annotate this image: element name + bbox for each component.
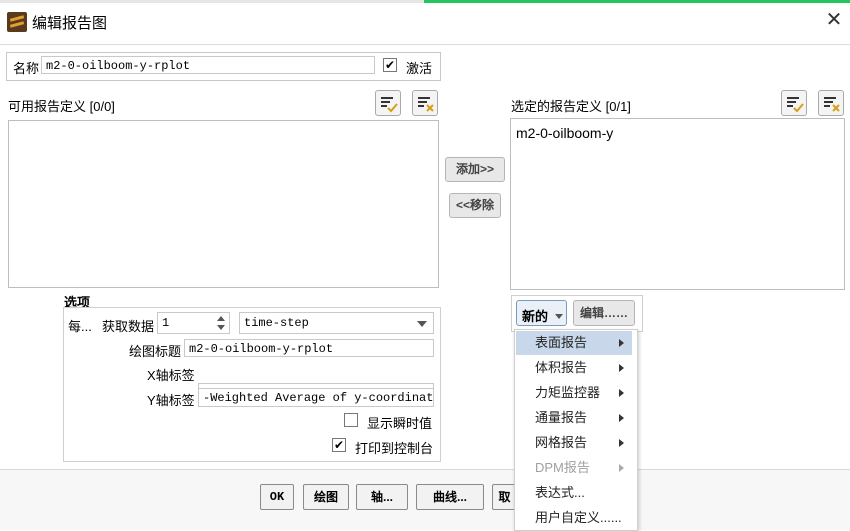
menu-item-mesh-report[interactable]: 网格报告	[516, 431, 632, 455]
chevron-down-icon	[417, 321, 427, 327]
chevron-right-icon	[619, 464, 624, 472]
plot-button[interactable]: 绘图	[303, 484, 349, 510]
select-all-selected-button[interactable]	[781, 90, 807, 116]
x-label-label: X轴标签	[147, 368, 195, 383]
app-logo-icon	[7, 12, 27, 32]
show-instant-checkbox[interactable]	[344, 413, 358, 427]
selected-header: 选定的报告定义 [0/1]	[511, 99, 631, 114]
menu-item-expression[interactable]: 表达式...	[516, 481, 632, 505]
new-dropdown-button[interactable]: 新的	[516, 300, 567, 326]
add-button[interactable]: 添加>>	[445, 157, 505, 182]
top-strip	[0, 0, 424, 3]
name-label: 名称	[13, 61, 40, 76]
chevron-right-icon	[619, 339, 624, 347]
menu-item-dpm-report: DPM报告	[516, 456, 632, 480]
deselect-all-icon	[418, 97, 434, 112]
menu-item-label: 用户自定义......	[535, 510, 622, 525]
get-data-value: 1	[162, 316, 170, 330]
menu-item-surface-report[interactable]: 表面报告	[516, 331, 632, 355]
menu-item-user-defined[interactable]: 用户自定义......	[516, 506, 632, 530]
axes-button[interactable]: 轴...	[356, 484, 408, 510]
available-header: 可用报告定义 [0/0]	[8, 99, 115, 114]
get-data-unit-value: time-step	[244, 316, 309, 330]
menu-item-label: 通量报告	[535, 410, 588, 425]
menu-item-force-monitor[interactable]: 力矩监控器	[516, 381, 632, 405]
close-icon[interactable]: ✕	[824, 10, 844, 30]
deselect-all-selected-button[interactable]	[818, 90, 844, 116]
menu-item-flux-report[interactable]: 通量报告	[516, 406, 632, 430]
select-all-icon	[787, 97, 804, 113]
ok-button[interactable]: OK	[260, 484, 294, 510]
progress-strip	[424, 0, 850, 3]
menu-item-label: 表面报告	[535, 335, 588, 350]
active-checkbox[interactable]	[383, 58, 397, 72]
deselect-all-icon	[824, 97, 840, 112]
menu-item-label: DPM报告	[535, 460, 590, 475]
select-all-icon	[381, 97, 398, 113]
spinner-up-icon[interactable]	[217, 316, 225, 321]
get-data-label: 获取数据	[102, 319, 155, 334]
get-data-unit-select[interactable]: time-step	[239, 312, 434, 334]
curves-button[interactable]: 曲线...	[416, 484, 484, 510]
remove-button[interactable]: <<移除	[449, 193, 501, 218]
menu-item-label: 体积报告	[535, 360, 588, 375]
show-instant-label: 显示瞬时值	[367, 416, 433, 431]
edit-button[interactable]: 编辑……	[573, 300, 635, 326]
new-button-label: 新的	[522, 309, 549, 324]
menu-item-label: 表达式...	[535, 485, 585, 500]
plot-title-input[interactable]: m2-0-oilboom-y-rplot	[184, 339, 434, 357]
deselect-all-available-button[interactable]	[412, 90, 438, 116]
spinner-down-icon[interactable]	[217, 325, 225, 330]
available-list[interactable]	[8, 120, 439, 288]
list-item[interactable]: m2-0-oilboom-y	[516, 125, 613, 141]
y-label-label: Y轴标签	[147, 393, 195, 408]
y-label-input[interactable]: -Weighted Average of y-coordinate	[198, 388, 434, 407]
active-label: 激活	[406, 61, 433, 76]
menu-item-label: 力矩监控器	[535, 385, 601, 400]
print-console-label: 打印到控制台	[355, 441, 434, 456]
plot-title-label: 绘图标题	[129, 344, 182, 359]
window-title: 编辑报告图	[32, 15, 108, 32]
name-input[interactable]: m2-0-oilboom-y-rplot	[41, 56, 375, 74]
menu-item-volume-report[interactable]: 体积报告	[516, 356, 632, 380]
chevron-right-icon	[619, 414, 624, 422]
print-console-checkbox[interactable]	[332, 438, 346, 452]
selected-list[interactable]: m2-0-oilboom-y	[510, 118, 845, 290]
title-bar	[0, 0, 850, 45]
every-label: 每...	[68, 319, 92, 334]
select-all-available-button[interactable]	[375, 90, 401, 116]
get-data-spinner[interactable]: 1	[157, 312, 230, 334]
cancel-button[interactable]: 取	[492, 484, 516, 510]
chevron-right-icon	[619, 439, 624, 447]
chevron-down-icon	[555, 314, 563, 319]
new-report-menu: 表面报告 体积报告 力矩监控器 通量报告 网格报告 DPM报告 表达式... 用…	[514, 329, 638, 531]
menu-item-label: 网格报告	[535, 435, 588, 450]
chevron-right-icon	[619, 389, 624, 397]
chevron-right-icon	[619, 364, 624, 372]
